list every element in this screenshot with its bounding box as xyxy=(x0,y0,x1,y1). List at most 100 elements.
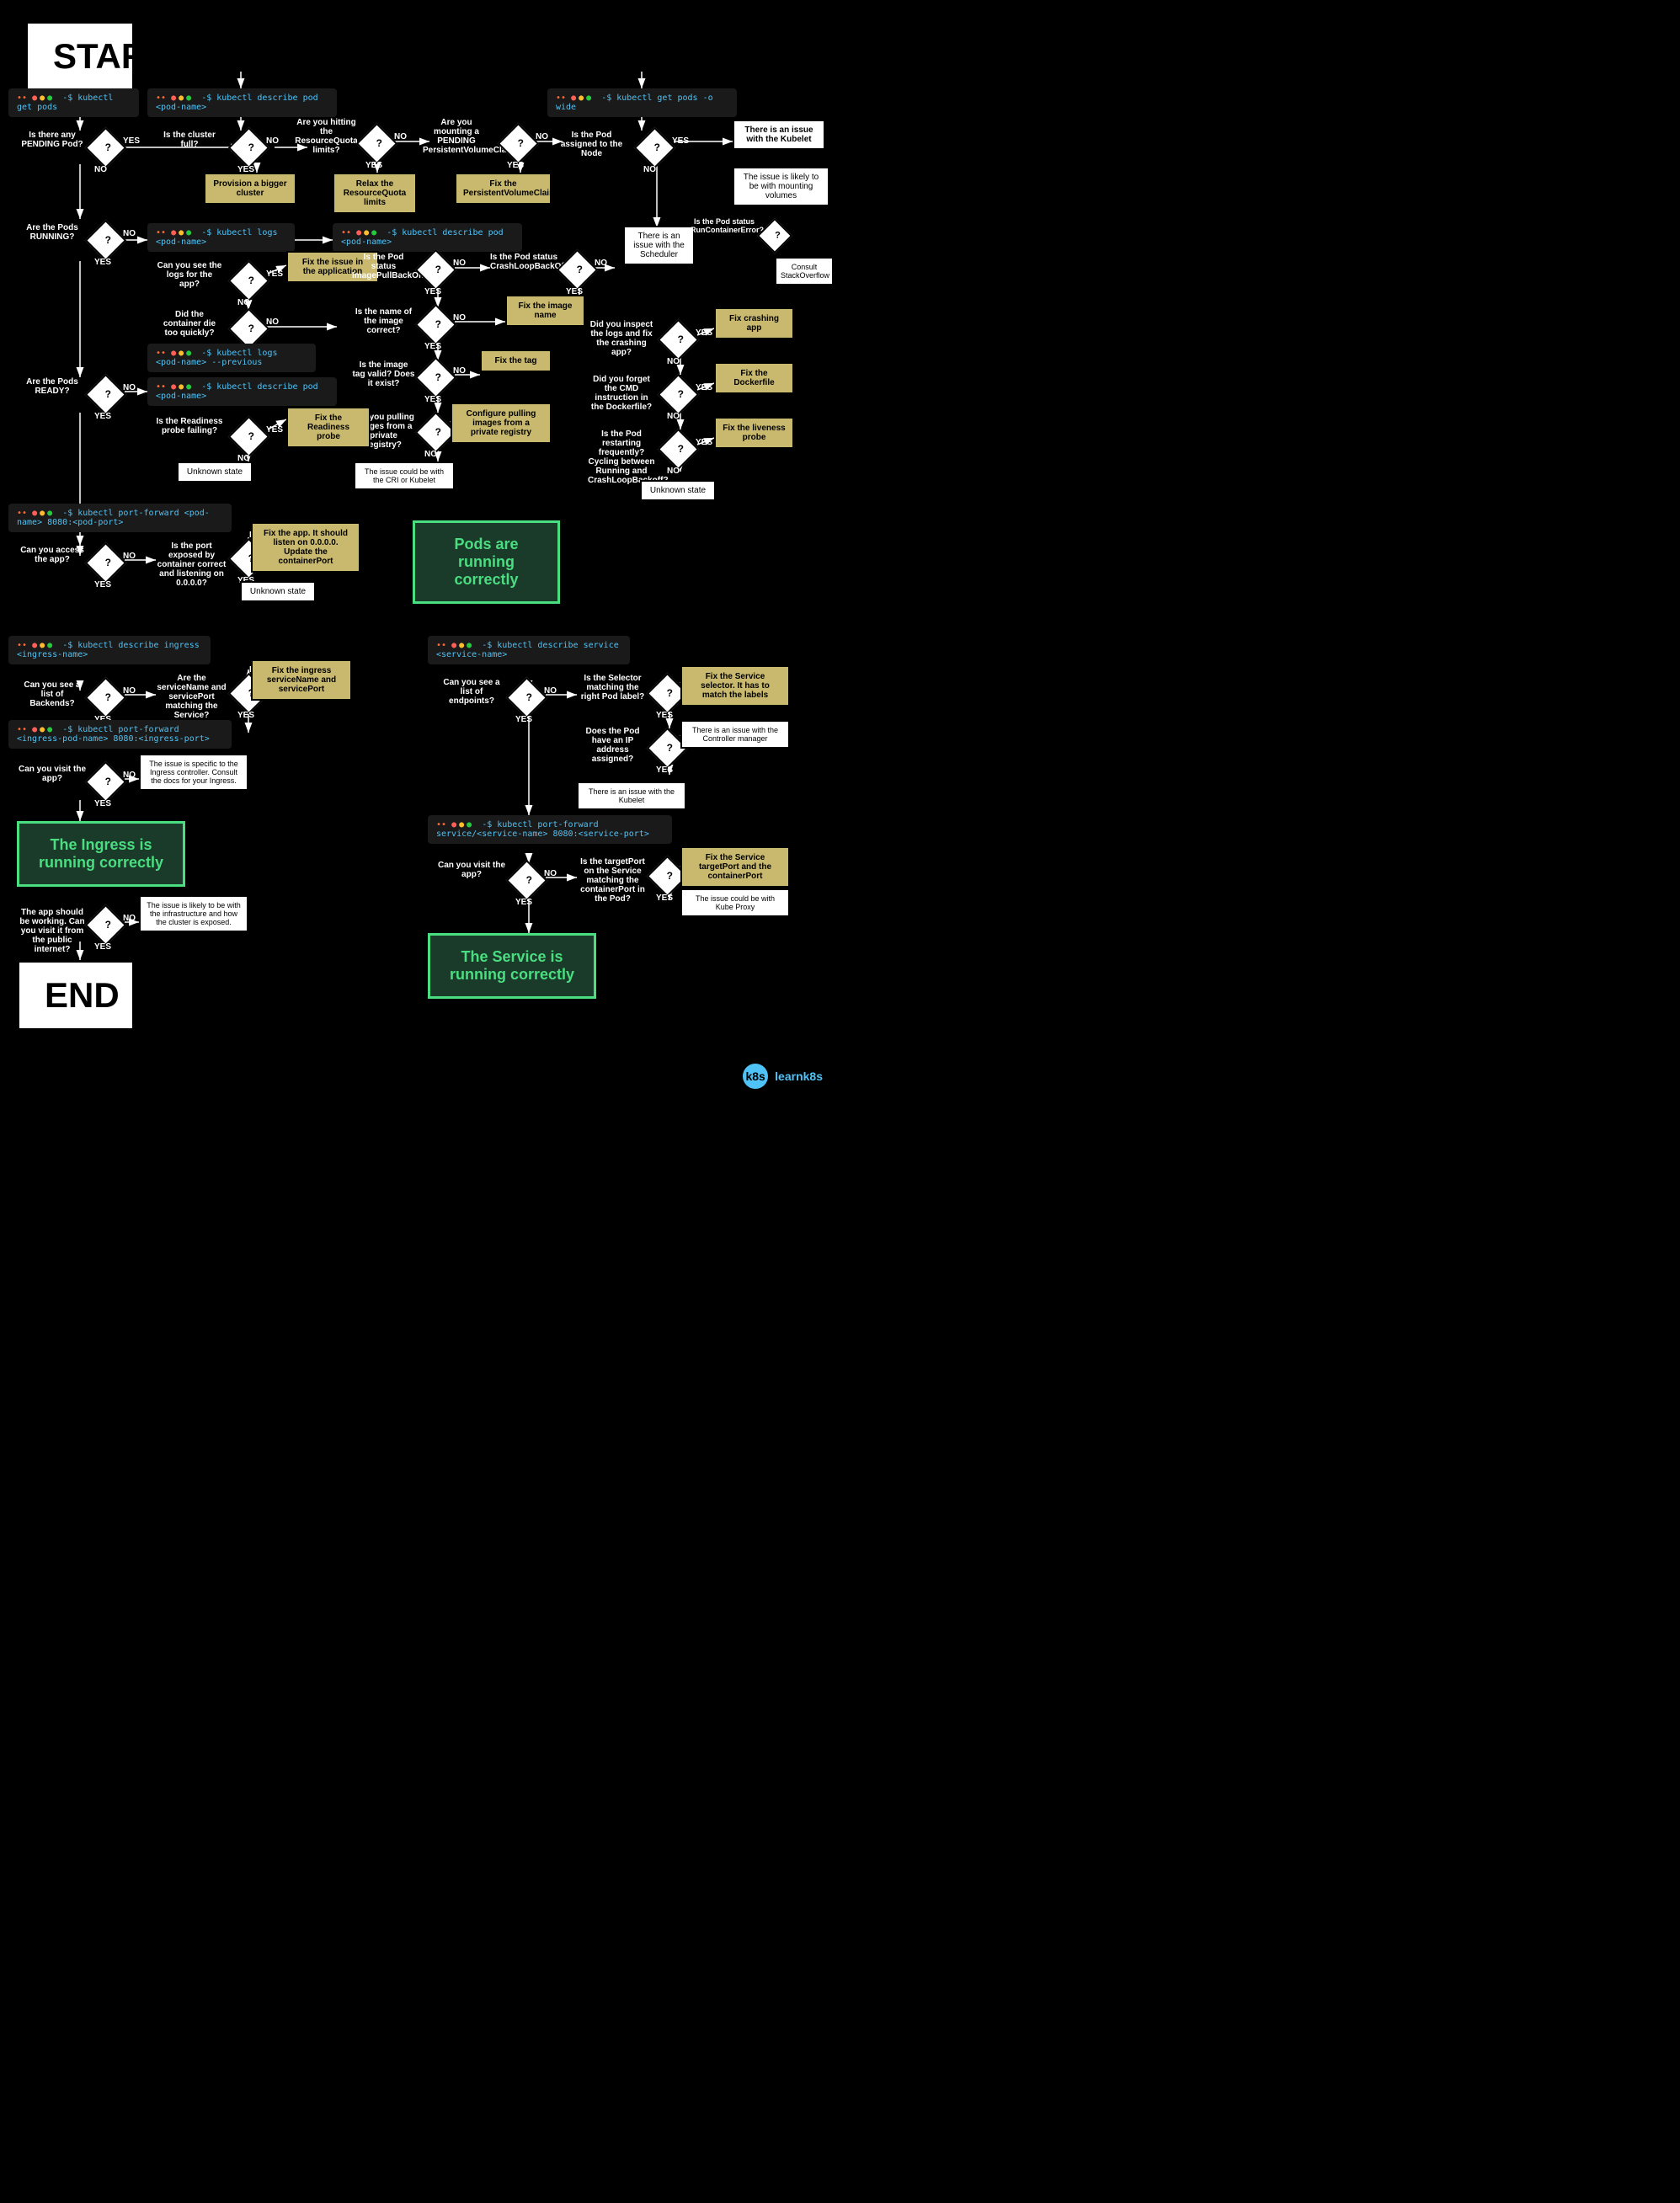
terminal-describe3: ●●● -$ kubectl describe pod <pod-name> xyxy=(147,377,337,406)
diamond-resource: ? xyxy=(356,123,397,164)
no-pod-restarting: NO xyxy=(667,467,680,476)
yes-public: YES xyxy=(94,942,111,952)
yes-image-pull: YES xyxy=(424,287,441,296)
yes-resource: YES xyxy=(365,161,382,170)
question-endpoints: Can you see a list of endpoints? xyxy=(438,678,505,706)
yes-image-name: YES xyxy=(424,342,441,351)
no-pvc: NO xyxy=(536,132,548,141)
diamond-image-name: ? xyxy=(415,304,456,345)
question-run-container-error: Is the Pod status RunContainerError? xyxy=(691,217,758,234)
diamond-image-pull: ? xyxy=(415,249,456,291)
box-fix-image-name: Fix the image name xyxy=(505,295,585,327)
no-endpoints: NO xyxy=(544,686,557,696)
diamond-pending: ? xyxy=(85,127,126,168)
no-image-tag: NO xyxy=(453,366,466,376)
question-svcname-port: Are the serviceName and servicePort matc… xyxy=(156,674,227,720)
yes-pending: YES xyxy=(123,136,140,146)
terminal-describe-service: ●●● -$ kubectl describe service <service… xyxy=(428,636,630,664)
diamond-inspect-logs: ? xyxy=(658,319,699,360)
box-unknown3: Unknown state xyxy=(240,581,316,602)
no-pods-ready: NO xyxy=(123,383,136,392)
question-target-port: Is the targetPort on the Service matchin… xyxy=(577,857,648,904)
diamond-crash-loop: ? xyxy=(557,249,598,291)
box-fix-selector: Fix the Service selector. It has to matc… xyxy=(680,665,790,707)
question-image-tag: Is the image tag valid? Does it exist? xyxy=(352,360,415,388)
question-access-app: Can you access the app? xyxy=(19,546,86,564)
terminal-prev-logs: ●●● -$ kubectl logs <pod-name> --previou… xyxy=(147,344,316,372)
diamond-cluster: ? xyxy=(228,127,269,168)
no-see-logs: NO xyxy=(237,298,250,307)
question-cluster-full: Is the cluster full? xyxy=(156,131,223,149)
question-container-died: Did the container die too quickly? xyxy=(156,310,223,338)
box-cri-issue: The issue could be with the CRI or Kubel… xyxy=(354,461,455,490)
diamond-access-app: ? xyxy=(85,542,126,584)
diamond-pods-running: ? xyxy=(85,220,126,261)
box-fix-liveness: Fix the liveness probe xyxy=(714,417,794,449)
no-resource: NO xyxy=(394,132,407,141)
flowchart-container: line, path, polyline { stroke: #fff; str… xyxy=(0,0,840,1102)
box-ingress-issue: The issue is specific to the Ingress con… xyxy=(139,754,248,791)
terminal-describe-ingress: ●●● -$ kubectl describe ingress <ingress… xyxy=(8,636,211,664)
box-infra-issue: The issue is likely to be with the infra… xyxy=(139,895,248,932)
yes-pod-ip: YES xyxy=(656,765,673,775)
diamond-endpoints: ? xyxy=(506,677,547,718)
terminal-describe2: ●●● -$ kubectl describe pod <pod-name> xyxy=(333,223,522,252)
yes-pvc: YES xyxy=(507,161,524,170)
terminal-port-forward-service: ●●● -$ kubectl port-forward service/<ser… xyxy=(428,815,672,844)
logo-text: learnk8s xyxy=(775,1069,823,1083)
question-backends: Can you see a list of Backends? xyxy=(19,680,86,708)
yes-cmd-forget: YES xyxy=(696,383,712,392)
no-backends: NO xyxy=(123,686,136,696)
terminal-logs: ●●● -$ kubectl logs <pod-name> xyxy=(147,223,295,252)
box-unknown2: Unknown state xyxy=(177,461,253,483)
yes-access-app: YES xyxy=(94,580,111,589)
question-pod-assigned: Is the Pod assigned to the Node xyxy=(560,131,623,158)
yes-pods-running: YES xyxy=(94,258,111,267)
diamond-rce: ? xyxy=(757,218,792,253)
no-pulling-private: NO xyxy=(424,450,437,459)
question-pending-pvc: Are you mounting a PENDING PersistentVol… xyxy=(423,118,490,155)
yes-target-port: YES xyxy=(656,893,673,903)
question-pod-restarting: Is the Pod restarting frequently? Cyclin… xyxy=(588,429,655,485)
question-public-internet: The app should be working. Can you visit… xyxy=(19,908,86,954)
success-pods-running: Pods are running correctly xyxy=(413,520,560,604)
yes-selector: YES xyxy=(656,711,673,720)
no-inspect-logs: NO xyxy=(667,357,680,366)
end-label: END xyxy=(45,975,120,1015)
yes-svcname-port: YES xyxy=(237,711,254,720)
box-relax-quota: Relax the ResourceQuota limits xyxy=(333,173,417,214)
diamond-image-tag: ? xyxy=(415,357,456,398)
question-image-pull-backoff: Is the Pod status ImagePullBackOff? xyxy=(352,253,415,280)
no-visit-service: NO xyxy=(544,869,557,878)
start-box: START xyxy=(25,21,135,92)
box-controller-issue: There is an issue with the Controller ma… xyxy=(680,720,790,749)
box-fix-readiness: Fix the Readiness probe xyxy=(286,407,371,448)
yes-inspect-logs: YES xyxy=(696,328,712,338)
box-kubelet-issue2: There is an issue with the Kubelet xyxy=(577,781,686,810)
no-cmd-forget: NO xyxy=(667,412,680,421)
terminal-describe-pod: ●●● -$ kubectl describe pod <pod-name> xyxy=(147,88,337,117)
yes-readiness: YES xyxy=(266,425,283,435)
question-pod-ip: Does the Pod have an IP address assigned… xyxy=(577,727,648,764)
box-fix-tag: Fix the tag xyxy=(480,349,552,372)
terminal-port-forward-ingress: ●●● -$ kubectl port-forward <ingress-pod… xyxy=(8,720,232,749)
yes-endpoints: YES xyxy=(515,715,532,724)
terminal-port-forward: ●●● -$ kubectl port-forward <pod-name> 8… xyxy=(8,504,232,532)
yes-pod-assigned: YES xyxy=(672,136,689,146)
diamond-pod-assigned: ? xyxy=(634,127,675,168)
no-crash-loop: NO xyxy=(595,259,607,268)
box-fix-crashing: Fix crashing app xyxy=(714,307,794,339)
question-selector: Is the Selector matching the right Pod l… xyxy=(577,674,648,701)
box-fix-ingress-svc: Fix the ingress serviceName and serviceP… xyxy=(251,659,352,701)
no-cluster: NO xyxy=(266,136,279,146)
start-label: START xyxy=(53,36,168,76)
question-pods-running: Are the Pods RUNNING? xyxy=(19,223,86,242)
box-scheduler-issue: There is an issue with the Scheduler xyxy=(623,226,695,265)
diamond-pod-restarting: ? xyxy=(658,429,699,470)
yes-pod-restarting: YES xyxy=(696,438,712,447)
box-unknown1: Unknown state xyxy=(640,480,716,501)
success-ingress-running: The Ingress is running correctly xyxy=(17,821,185,887)
yes-visit-service: YES xyxy=(515,898,532,907)
diamond-visit-service: ? xyxy=(506,860,547,901)
yes-pods-ready: YES xyxy=(94,412,111,421)
